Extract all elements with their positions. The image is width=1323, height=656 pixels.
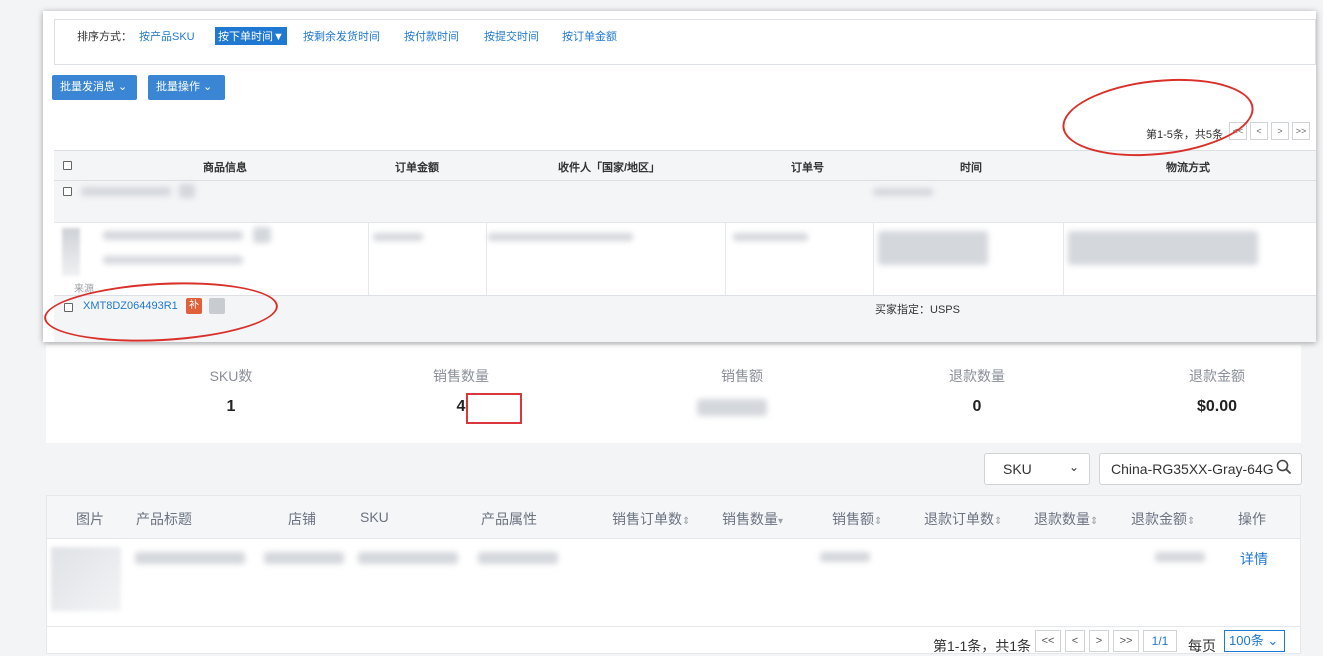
column-divider (1063, 223, 1064, 295)
sort-icon: ⇕ (1090, 516, 1099, 527)
search-field-select[interactable]: SKU ⌄ (984, 453, 1090, 485)
sort-by-order-time[interactable]: 按下单时间▼ (215, 27, 287, 45)
sort-icon: ⇕ (1187, 516, 1196, 527)
stat-label-sales-qty: 销售数量 (433, 368, 489, 384)
order-checkbox[interactable] (63, 187, 72, 196)
attributes-redacted (478, 552, 558, 564)
th-image: 图片 (76, 511, 104, 527)
column-divider (873, 223, 874, 295)
shipping-method-redacted (1068, 231, 1258, 265)
search-input-value: China-RG35XX-Gray-64G (1111, 461, 1274, 477)
th-product-info: 商品信息 (203, 162, 247, 174)
stat-label-refund-qty: 退款数量 (949, 368, 1005, 384)
search-icon[interactable] (1275, 458, 1293, 479)
th-store: 店铺 (288, 511, 316, 527)
detail-link[interactable]: 详情 (1240, 549, 1268, 569)
sales-qty-highlight-box (466, 393, 522, 424)
chevron-down-icon: ⌄ (1068, 460, 1079, 474)
order-tag-redacted (179, 184, 195, 198)
stat-value-refund-qty: 0 (972, 398, 982, 415)
order-product-attr-redacted (103, 256, 243, 264)
stat-value-sku-count: 1 (226, 398, 236, 415)
column-divider (725, 223, 726, 295)
sort-by-order-amount[interactable]: 按订单金额 (562, 28, 617, 44)
store-redacted (264, 552, 344, 564)
sales-stats-card (46, 345, 1301, 443)
refund-amount-redacted (1155, 552, 1205, 562)
pagination-summary: 第1-1条，共1条 (933, 638, 1032, 654)
column-divider (368, 223, 369, 295)
order-id-redacted (81, 187, 171, 196)
first-page-button[interactable]: << (1035, 630, 1061, 652)
th-refund-orders[interactable]: 退款订单数⇕ (924, 509, 1002, 529)
prev-page-button[interactable]: < (1065, 630, 1085, 652)
order-product-thumbnail (62, 228, 80, 276)
overlay-next-page-button[interactable]: > (1271, 122, 1289, 140)
search-input[interactable]: China-RG35XX-Gray-64G (1099, 453, 1302, 485)
th-sales-amount[interactable]: 销售额⇕ (832, 509, 882, 529)
product-title-redacted (135, 552, 245, 564)
order-times-redacted (878, 231, 988, 265)
last-page-button[interactable]: >> (1113, 630, 1139, 652)
th-shipping-method: 物流方式 (1166, 162, 1210, 174)
chevron-down-icon: ⌄ (1267, 633, 1279, 648)
sort-by-remaining-ship-time[interactable]: 按剩余发货时间 (303, 28, 380, 44)
batch-message-button[interactable]: 批量发消息 ⌄ (52, 75, 137, 100)
order-product-title-redacted (103, 231, 243, 240)
search-field-value: SKU (1003, 461, 1032, 477)
sort-icon: ⇕ (994, 516, 1003, 527)
stat-label-sales-amount: 销售额 (721, 368, 763, 384)
order-time-redacted (873, 188, 933, 196)
th-sales-orders[interactable]: 销售订单数⇕ (612, 509, 690, 529)
sort-icon: ⇕ (874, 516, 883, 527)
th-time: 时间 (960, 162, 982, 174)
batch-operations-button[interactable]: 批量操作 ⌄ (148, 75, 225, 100)
th-recipient-country: 收件人「国家/地区」 (558, 162, 661, 174)
stat-label-refund-amount: 退款金额 (1189, 368, 1245, 384)
th-order-amount: 订单金额 (395, 162, 439, 174)
th-actions: 操作 (1238, 511, 1266, 527)
column-divider (486, 223, 487, 295)
order-row-header (54, 181, 1316, 223)
next-page-button[interactable]: > (1089, 630, 1109, 652)
row-divider (46, 626, 1301, 627)
per-page-select[interactable]: 100条 ⌄ (1224, 630, 1285, 652)
sku-redacted (358, 552, 458, 564)
sales-amount-redacted (820, 552, 870, 562)
order-amount-redacted (373, 233, 423, 241)
sort-label: 排序方式： (77, 31, 132, 43)
overlay-last-page-button[interactable]: >> (1292, 122, 1310, 140)
th-refund-qty[interactable]: 退款数量⇕ (1034, 509, 1098, 529)
th-attributes: 产品属性 (481, 511, 537, 527)
th-sales-qty[interactable]: 销售数量▾ (722, 509, 783, 529)
order-number-redacted (733, 233, 808, 241)
th-order-number: 订单号 (791, 162, 824, 174)
th-sku: SKU (360, 509, 389, 525)
recipient-redacted (488, 233, 633, 241)
overlay-prev-page-button[interactable]: < (1250, 122, 1268, 140)
th-title: 产品标题 (136, 511, 192, 527)
product-thumbnail (51, 547, 121, 611)
th-refund-amount[interactable]: 退款金额⇕ (1131, 509, 1195, 529)
order-product-tag-redacted (253, 227, 271, 243)
stat-value-refund-amount: $0.00 (1196, 398, 1238, 415)
stat-label-sku-count: SKU数 (209, 368, 253, 384)
page-indicator: 1/1 (1143, 630, 1177, 652)
buyer-specified-shipping: 买家指定：USPS (875, 304, 960, 316)
stat-value-sales-amount-redacted (697, 399, 767, 416)
sort-by-sku[interactable]: 按产品SKU (139, 28, 195, 44)
per-page-label: 每页 (1188, 638, 1216, 654)
sort-desc-icon: ▾ (778, 516, 784, 527)
sort-icon: ⇕ (682, 516, 691, 527)
sort-by-payment-time[interactable]: 按付款时间 (404, 28, 459, 44)
sort-by-submit-time[interactable]: 按提交时间 (484, 28, 539, 44)
select-all-checkbox[interactable] (63, 161, 72, 170)
